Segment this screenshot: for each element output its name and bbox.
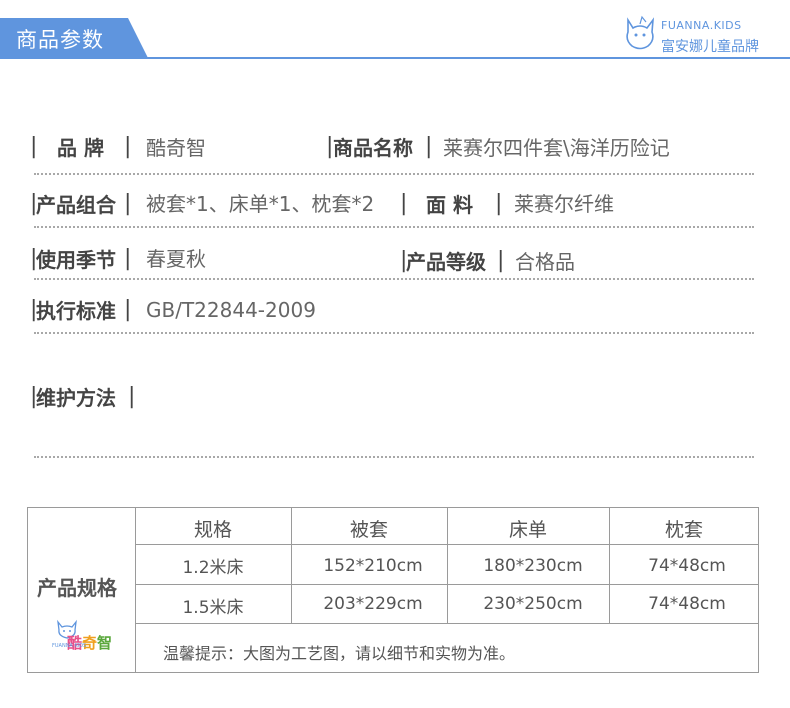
separator: | [497, 248, 505, 273]
table-line [135, 544, 759, 545]
product-name-label: 商品名称 [333, 136, 413, 160]
table-cell: 203*229cm [323, 594, 423, 614]
table-line [135, 584, 759, 585]
brand-label: 品 牌 [57, 136, 104, 160]
spec-title: 产品规格 [37, 576, 117, 600]
combo-label: 产品组合 [36, 193, 116, 217]
fabric-label: 面 料 [426, 193, 473, 217]
season-label: 使用季节 [36, 248, 116, 272]
separator: | [124, 191, 132, 216]
brand-value: 酷奇智 [146, 136, 206, 160]
table-line [135, 623, 759, 624]
separator: | [400, 191, 408, 216]
separator: | [30, 134, 38, 159]
grade-value: 合格品 [515, 250, 575, 274]
row-divider [34, 456, 754, 458]
fabric-value: 莱赛尔纤维 [514, 192, 614, 216]
table-cell: 74*48cm [648, 594, 726, 614]
grade-label: 产品等级 [406, 250, 486, 274]
kids-logo-subtext: FUANNA KIDS [52, 643, 87, 649]
season-value: 春夏秋 [146, 247, 206, 271]
tip-text: 温馨提示：大图为工艺图，请以细节和实物为准。 [163, 644, 516, 663]
care-label: 维护方法 [36, 386, 116, 410]
table-header-cell: 枕套 [664, 519, 703, 541]
brand-english: FUANNA.KIDS [661, 19, 742, 32]
separator: | [124, 246, 132, 271]
row-divider [34, 332, 754, 334]
table-cell: 74*48cm [648, 556, 726, 576]
section-title: 商品参数 [16, 28, 104, 52]
combo-value: 被套*1、床单*1、枕套*2 [146, 192, 375, 216]
table-cell: 1.5米床 [182, 598, 244, 618]
product-name-value: 莱赛尔四件套\海洋历险记 [443, 136, 670, 160]
separator: | [128, 384, 136, 409]
table-cell: 180*230cm [483, 556, 583, 576]
table-header-cell: 规格 [193, 519, 232, 541]
separator: | [124, 134, 132, 159]
table-header-cell: 被套 [349, 519, 388, 541]
brand-chinese: 富安娜儿童品牌 [661, 39, 759, 55]
table-cell: 230*250cm [483, 594, 583, 614]
standard-value: GB/T22844-2009 [146, 298, 316, 322]
standard-label: 执行标准 [36, 299, 116, 323]
separator: | [495, 191, 503, 216]
separator: | [425, 134, 433, 159]
row-divider [34, 226, 754, 228]
kids-logo-char: 智 [97, 634, 113, 652]
table-header-cell: 床单 [508, 519, 547, 541]
row-divider [34, 278, 754, 280]
cat-logo-icon [626, 15, 655, 50]
table-cell: 1.2米床 [182, 558, 244, 578]
header-divider [0, 57, 790, 59]
separator: | [124, 297, 132, 322]
row-divider [34, 173, 754, 175]
table-cell: 152*210cm [323, 556, 423, 576]
